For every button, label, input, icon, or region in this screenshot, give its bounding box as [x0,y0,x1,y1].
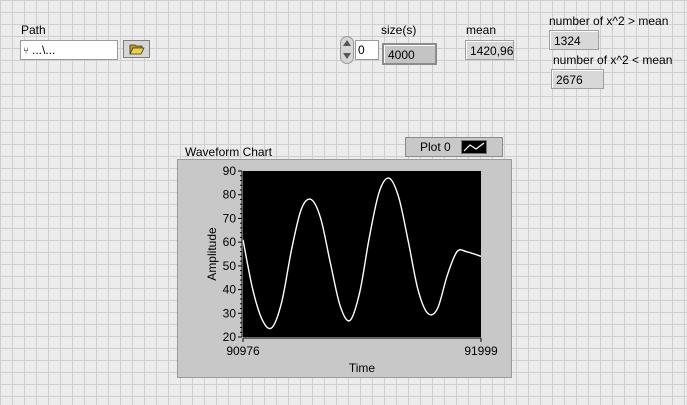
y-axis-title: Amplitude [205,227,219,281]
y-axis: 20 30 40 50 60 70 80 90 [223,164,243,344]
x-tick-label: 91999 [464,344,498,358]
y-tick-label: 50 [223,259,237,273]
x-axis: 90976 91999 [226,337,498,358]
x-tick-label: 90976 [226,344,260,358]
y-tick-label: 90 [223,164,237,178]
y-tick-label: 20 [223,330,237,344]
y-tick-label: 60 [223,235,237,249]
y-tick-label: 40 [223,283,237,297]
x-axis-title: Time [349,361,376,375]
y-tick-label: 70 [223,211,237,225]
y-tick-label: 30 [223,306,237,320]
waveform-chart-svg: 20 30 40 50 60 70 80 90 90976 91999 Amplitude Ti… [205,164,498,375]
y-tick-label: 80 [223,188,237,202]
